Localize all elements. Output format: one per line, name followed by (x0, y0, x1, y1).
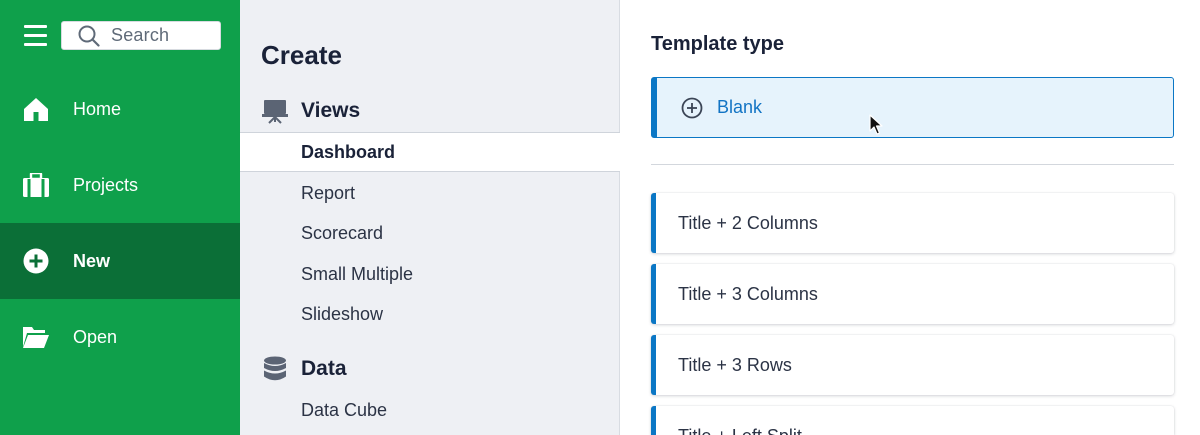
briefcase-icon (23, 172, 49, 198)
nav-item-new[interactable]: New (0, 223, 240, 299)
nav-item-open[interactable]: Open (0, 299, 240, 375)
create-item-small-multiple[interactable]: Small Multiple (240, 254, 620, 294)
section-views-label: Views (301, 99, 361, 122)
template-type-title: Template type (651, 33, 784, 55)
nav-item-home[interactable]: Home (0, 71, 240, 147)
section-views-header: Views (262, 91, 620, 131)
create-item-slideshow[interactable]: Slideshow (240, 294, 620, 334)
template-card-title-3-rows[interactable]: Title + 3 Rows (651, 335, 1174, 395)
nav-label-projects: Projects (73, 174, 139, 195)
nav-label-home: Home (73, 98, 122, 119)
nav-header: Search (0, 0, 240, 70)
main-navigation: Search Home Projects New Open (0, 0, 240, 435)
database-icon (262, 356, 288, 382)
create-panel: Create Views Dashboard Report Scorecard … (240, 0, 620, 435)
plus-circle-outline-icon (681, 97, 703, 118)
create-item-scorecard[interactable]: Scorecard (240, 213, 620, 253)
search-icon (78, 25, 100, 47)
template-blank-card[interactable]: Blank (651, 77, 1174, 138)
template-card-title-left-split[interactable]: Title + Left Split (651, 406, 1174, 435)
section-data-label: Data (301, 357, 347, 380)
template-card-title-3-columns[interactable]: Title + 3 Columns (651, 264, 1174, 324)
nav-item-projects[interactable]: Projects (0, 147, 240, 223)
search-input[interactable]: Search (111, 25, 169, 46)
create-item-data-cube[interactable]: Data Cube (240, 390, 620, 430)
divider (651, 164, 1174, 165)
template-panel: Template type Blank Title + 2 Columns Ti… (621, 0, 1200, 435)
hamburger-menu-icon[interactable] (24, 24, 47, 46)
presentation-icon (262, 98, 288, 124)
nav-label-open: Open (73, 326, 118, 347)
create-item-dashboard[interactable]: Dashboard (240, 132, 620, 172)
create-title: Create (261, 40, 342, 70)
nav-label-new: New (73, 250, 111, 271)
folder-open-icon (23, 324, 49, 350)
template-blank-label: Blank (717, 97, 763, 117)
search-box[interactable]: Search (61, 21, 221, 50)
section-data-header: Data (262, 349, 620, 389)
template-card-title-2-columns[interactable]: Title + 2 Columns (651, 193, 1174, 253)
create-item-report[interactable]: Report (240, 173, 620, 213)
plus-circle-icon (23, 248, 49, 274)
home-icon (23, 96, 49, 122)
